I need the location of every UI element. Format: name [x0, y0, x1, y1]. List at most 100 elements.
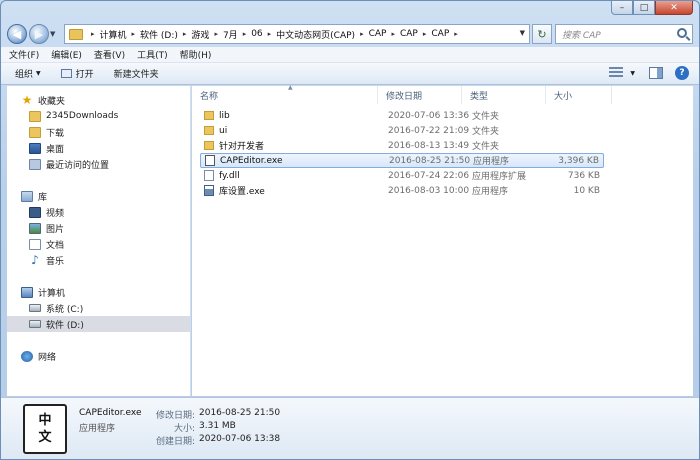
sidebar-item[interactable]: 文档 [7, 236, 190, 252]
file-type: 应用程序 [473, 157, 510, 167]
menu-item[interactable]: 帮助(H) [180, 48, 212, 61]
breadcrumb-item[interactable]: 软件 (D:) [140, 28, 178, 41]
breadcrumb-item[interactable]: CAP [369, 29, 387, 39]
close-button[interactable]: ✕ [655, 1, 693, 15]
column-date-label: 修改日期 [386, 91, 423, 102]
details-file-type: 应用程序 [79, 424, 116, 434]
sidebar-item-label: 系统 (C:) [46, 304, 84, 315]
preview-pane-icon[interactable] [649, 67, 663, 79]
search-input[interactable]: 搜索 CAP [555, 24, 693, 44]
breadcrumb-item[interactable]: CAP [400, 29, 418, 39]
forward-button[interactable]: ▶ [29, 24, 49, 44]
column-size-label: 大小 [554, 91, 573, 102]
new-folder-button[interactable]: 新建文件夹 [114, 67, 159, 80]
details-pane: 中 文 CAPEditor.exe 应用程序 修改日期: 2016-08-25 … [1, 397, 699, 459]
column-header-name[interactable]: 名称 ▲ [192, 84, 378, 104]
menu-item[interactable]: 查看(V) [94, 48, 125, 61]
view-dropdown-icon[interactable]: ▼ [630, 70, 635, 77]
breadcrumb-separator-icon[interactable]: ▸ [91, 30, 95, 38]
organize-button[interactable]: 组织 ▼ [15, 67, 41, 80]
file-name-cell: 针对开发者 [204, 139, 264, 152]
file-name-cell: ui [204, 126, 227, 136]
back-button[interactable]: ◀ [7, 24, 27, 44]
file-name: CAPEditor.exe [220, 155, 283, 166]
address-bar[interactable]: ▸ 计算机 ▸ 软件 (D:) ▸ 游戏 ▸ 7月 ▸ 06 ▸ 中文动态网页(CAP) ▸ CAP ▸ CA… [64, 24, 530, 44]
sidebar-item[interactable]: 视频 [7, 204, 190, 220]
navigation-pane: ★ 收藏夹 2345Downloads 下载 桌面最近访问的位置库视频 图片 文档 ♪ 音乐计算… [7, 86, 191, 396]
sidebar-item-label: 下载 [46, 128, 65, 139]
history-dropdown[interactable]: ▼ [50, 30, 60, 38]
help-icon[interactable]: ? [675, 66, 689, 80]
folder-icon [29, 110, 41, 122]
breadcrumb-separator-icon[interactable]: ▸ [423, 30, 427, 38]
sidebar-item[interactable]: 下载 [7, 124, 190, 140]
open-button[interactable]: 打开 [60, 67, 94, 80]
app-icon [204, 185, 214, 196]
file-type: 文件夹 [472, 142, 500, 152]
breadcrumb-separator-icon[interactable]: ▸ [268, 30, 272, 38]
change-view-icon[interactable] [609, 67, 624, 79]
exe-icon [205, 155, 215, 166]
sidebar-item[interactable]: 软件 (D:) [7, 316, 190, 332]
size-value: 3.31 MB [199, 421, 236, 431]
file-name: fy.dll [219, 170, 240, 181]
desktop-icon [29, 142, 41, 154]
file-name-cell: lib [204, 111, 230, 121]
menu-item[interactable]: 文件(F) [9, 48, 39, 61]
open-icon [60, 69, 72, 78]
sidebar-item[interactable]: 桌面 [7, 140, 190, 156]
music-icon: ♪ [31, 252, 39, 267]
table-row[interactable]: CAPEditor.exe 2016-08-25 21:50 应用程序 3,396 K… [200, 153, 604, 168]
sidebar-item-label: 音乐 [46, 256, 65, 267]
maximize-button[interactable]: □ [633, 1, 655, 15]
menu-item[interactable]: 编辑(E) [51, 48, 82, 61]
file-size: 3,396 KB [558, 155, 599, 166]
breadcrumb-item[interactable]: CAP [431, 29, 449, 39]
breadcrumb-item[interactable]: 中文动态网页(CAP) [276, 28, 355, 41]
breadcrumb-separator-icon[interactable]: ▸ [243, 30, 247, 38]
breadcrumb-separator-icon[interactable]: ▸ [454, 30, 458, 38]
breadcrumb-item[interactable]: 游戏 [191, 28, 209, 41]
sidebar-item[interactable]: 系统 (C:) [7, 300, 190, 316]
sidebar-network[interactable]: 网络 [7, 348, 190, 364]
sidebar-item-label: 最近访问的位置 [46, 160, 110, 171]
address-dropdown[interactable]: ▼ [520, 29, 525, 37]
column-header-size[interactable]: 大小 [546, 86, 612, 104]
file-date: 2020-07-06 13:36 [388, 110, 470, 121]
breadcrumb-separator-icon[interactable]: ▸ [214, 30, 218, 38]
table-row[interactable]: lib 2020-07-06 13:36 文件夹 [200, 108, 604, 123]
search-icon[interactable] [677, 28, 687, 38]
sidebar-item[interactable]: 最近访问的位置 [7, 156, 190, 172]
minimize-button[interactable]: – [611, 1, 633, 15]
modified-label: 修改日期: [155, 411, 195, 421]
file-name: lib [219, 110, 230, 121]
breadcrumb-separator-icon[interactable]: ▸ [132, 30, 136, 38]
menu-item[interactable]: 工具(T) [137, 48, 168, 61]
created-value: 2020-07-06 13:38 [199, 434, 281, 444]
size-label: 大小: [173, 424, 195, 434]
table-row[interactable]: 库设置.exe 2016-08-03 10:00 应用程序 10 KB [200, 183, 604, 198]
breadcrumb-item[interactable]: 计算机 [100, 28, 127, 41]
sidebar-favorites[interactable]: ★ 收藏夹 [7, 92, 190, 108]
file-date: 2016-08-25 21:50 [389, 155, 471, 166]
sidebar-item[interactable]: ♪ 音乐 [7, 252, 190, 268]
column-header-type[interactable]: 类型 [462, 86, 546, 104]
icon-glyph-top: 中 [38, 413, 52, 428]
sidebar-computer[interactable]: 计算机 [7, 284, 190, 300]
sort-ascending-icon: ▲ [288, 84, 293, 91]
breadcrumb-item[interactable]: 7月 [223, 28, 238, 41]
file-date: 2016-08-13 13:49 [388, 140, 470, 151]
table-row[interactable]: fy.dll 2016-07-24 22:06 应用程序扩展 736 KB [200, 168, 604, 183]
table-row[interactable]: ui 2016-07-22 21:09 文件夹 [200, 123, 604, 138]
sidebar-libraries[interactable]: 库 [7, 188, 190, 204]
column-header-date[interactable]: 修改日期 [378, 86, 462, 104]
breadcrumb-separator-icon[interactable]: ▸ [183, 30, 187, 38]
refresh-button[interactable]: ↻ [532, 24, 552, 44]
breadcrumb-item[interactable]: 06 [251, 29, 262, 39]
column-name-label: 名称 [200, 91, 219, 102]
breadcrumb-separator-icon[interactable]: ▸ [360, 30, 364, 38]
sidebar-item[interactable]: 2345Downloads [7, 108, 190, 124]
sidebar-item[interactable]: 图片 [7, 220, 190, 236]
table-row[interactable]: 针对开发者 2016-08-13 13:49 文件夹 [200, 138, 604, 153]
breadcrumb-separator-icon[interactable]: ▸ [391, 30, 395, 38]
